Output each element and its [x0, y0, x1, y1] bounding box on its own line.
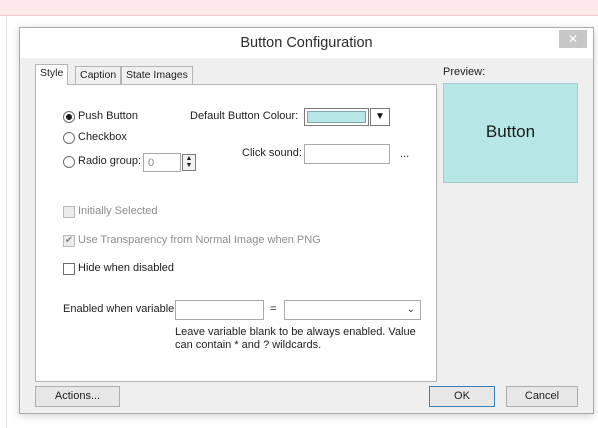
- tab-caption[interactable]: Caption: [75, 66, 122, 84]
- enabled-variable-input[interactable]: [175, 300, 264, 320]
- initially-selected-label: Initially Selected: [78, 205, 158, 217]
- push-button-radio[interactable]: [63, 111, 75, 123]
- default-colour-picker[interactable]: [304, 108, 369, 126]
- radio-group-radio[interactable]: [63, 156, 75, 168]
- equals-sign: =: [270, 303, 277, 315]
- click-sound-label: Click sound:: [242, 147, 302, 159]
- colour-swatch: [307, 111, 366, 123]
- initially-selected-checkbox[interactable]: [63, 206, 75, 218]
- preview-label: Preview:: [443, 66, 486, 78]
- radio-group-input[interactable]: 0: [143, 153, 181, 172]
- use-transparency-checkbox[interactable]: ✔: [63, 235, 75, 247]
- colour-dropdown-icon[interactable]: ▼: [370, 108, 390, 126]
- ok-button[interactable]: OK: [429, 386, 495, 407]
- dialog-titlebar: Button Configuration ✕: [20, 28, 593, 58]
- preview-button-text: Button: [485, 122, 536, 141]
- hide-when-disabled-checkbox[interactable]: [63, 263, 75, 275]
- enabled-hint-line2: can contain * and ? wildcards.: [175, 339, 322, 351]
- tab-style[interactable]: Style: [35, 64, 69, 85]
- style-panel: Push Button Checkbox Radio group: 0 ▲ ▼ D…: [35, 84, 437, 382]
- notification-strip: [0, 0, 598, 16]
- preview-button: Button: [443, 83, 578, 183]
- checkbox-radio[interactable]: [63, 132, 75, 144]
- default-colour-label: Default Button Colour:: [190, 110, 299, 122]
- click-sound-browse-button[interactable]: ...: [400, 148, 409, 160]
- actions-button[interactable]: Actions...: [35, 386, 120, 407]
- push-button-label: Push Button: [78, 110, 138, 122]
- radio-group-label: Radio group:: [78, 155, 141, 167]
- checkbox-radio-label: Checkbox: [78, 131, 127, 143]
- tab-state-images[interactable]: State Images: [121, 66, 193, 84]
- radio-group-spinner[interactable]: ▲ ▼: [182, 154, 196, 171]
- button-configuration-dialog: Button Configuration ✕ Style Caption Sta…: [19, 27, 594, 414]
- page-border: [6, 16, 7, 428]
- dialog-title: Button Configuration: [240, 35, 373, 51]
- enabled-hint-line1: Leave variable blank to be always enable…: [175, 326, 416, 338]
- hide-when-disabled-label: Hide when disabled: [78, 262, 175, 274]
- cancel-button[interactable]: Cancel: [506, 386, 578, 407]
- close-icon[interactable]: ✕: [559, 30, 587, 48]
- chevron-down-icon: ⌄: [406, 304, 415, 315]
- enabled-when-label: Enabled when variable: [63, 303, 175, 315]
- click-sound-input[interactable]: [304, 144, 390, 164]
- enabled-value-select[interactable]: ⌄: [284, 300, 421, 320]
- use-transparency-label: Use Transparency from Normal Image when …: [78, 234, 321, 246]
